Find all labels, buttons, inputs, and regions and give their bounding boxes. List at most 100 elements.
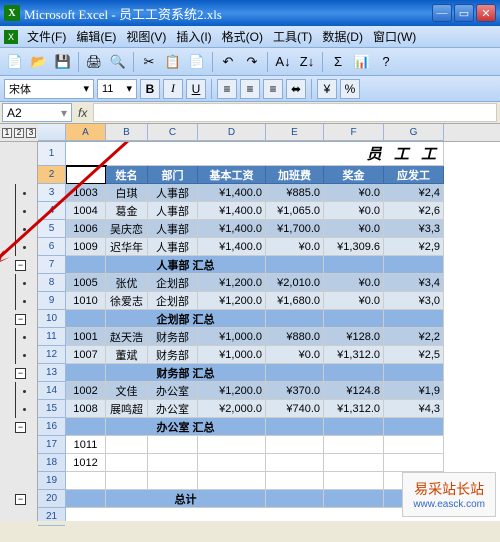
cell[interactable]: 白琪	[106, 184, 148, 202]
row-header[interactable]: 14	[38, 382, 65, 400]
cell[interactable]: 文佳	[106, 382, 148, 400]
cell[interactable]	[66, 472, 106, 490]
cell[interactable]	[266, 310, 324, 328]
cell[interactable]: ¥4,3	[384, 400, 444, 418]
cell[interactable]: ¥0.0	[324, 292, 384, 310]
cell[interactable]: ¥880.0	[266, 328, 324, 346]
cell[interactable]: 人事部	[148, 202, 198, 220]
help-icon[interactable]: ?	[375, 51, 397, 73]
collapse-icon[interactable]: −	[15, 314, 26, 325]
cell[interactable]: 1007	[66, 346, 106, 364]
cell[interactable]: ¥0.0	[266, 238, 324, 256]
sort-asc-icon[interactable]: A↓	[272, 51, 294, 73]
table-header-cell[interactable]: 应发工	[384, 166, 444, 184]
cell[interactable]	[106, 472, 148, 490]
cell[interactable]: 吴庆恋	[106, 220, 148, 238]
italic-button[interactable]: I	[163, 79, 183, 99]
new-icon[interactable]: 📄	[4, 51, 26, 73]
cell[interactable]: ¥2,010.0	[266, 274, 324, 292]
subtotal-label[interactable]: 企划部 汇总	[106, 310, 266, 328]
formula-bar[interactable]	[93, 103, 497, 122]
cell[interactable]: 1009	[66, 238, 106, 256]
cell[interactable]: ¥1,000.0	[198, 346, 266, 364]
row-header[interactable]: 2	[38, 166, 65, 184]
cell[interactable]: ¥124.8	[324, 382, 384, 400]
col-header-b[interactable]: B	[106, 124, 148, 141]
cell[interactable]: ¥0.0	[324, 274, 384, 292]
paste-icon[interactable]: 📄	[186, 51, 208, 73]
bold-button[interactable]: B	[140, 79, 160, 99]
cell[interactable]	[266, 490, 324, 508]
cell[interactable]: 徐爱志	[106, 292, 148, 310]
menu-insert[interactable]: 插入(I)	[172, 26, 215, 47]
cell[interactable]: ¥1,680.0	[266, 292, 324, 310]
outline-level-2[interactable]: 2	[14, 128, 24, 138]
cell[interactable]	[198, 454, 266, 472]
col-header-a[interactable]: A	[66, 124, 106, 141]
outline-marker[interactable]: −	[0, 490, 37, 508]
col-header-d[interactable]: D	[198, 124, 266, 141]
cell[interactable]: 1004	[66, 202, 106, 220]
cell[interactable]: ¥1,400.0	[198, 184, 266, 202]
row-header[interactable]: 11	[38, 328, 65, 346]
cell[interactable]: 1003	[66, 184, 106, 202]
redo-icon[interactable]: ↷	[241, 51, 263, 73]
cell[interactable]	[148, 472, 198, 490]
merge-button[interactable]: ⬌	[286, 79, 306, 99]
cell[interactable]	[384, 364, 444, 382]
cell[interactable]: 办公室	[148, 382, 198, 400]
cell[interactable]: 财务部	[148, 346, 198, 364]
row-header[interactable]: 15	[38, 400, 65, 418]
cell[interactable]	[324, 454, 384, 472]
cell[interactable]: 1012	[66, 454, 106, 472]
table-header-cell[interactable]: 奖金	[324, 166, 384, 184]
row-header[interactable]: 1	[38, 142, 65, 166]
cell[interactable]	[266, 454, 324, 472]
cell[interactable]	[106, 436, 148, 454]
cell[interactable]	[266, 436, 324, 454]
outline-level-3[interactable]: 3	[26, 128, 36, 138]
table-header-cell[interactable]: 部门	[148, 166, 198, 184]
cell[interactable]: ¥740.0	[266, 400, 324, 418]
row-header[interactable]: 9	[38, 292, 65, 310]
cell[interactable]	[324, 490, 384, 508]
cell[interactable]: 董斌	[106, 346, 148, 364]
underline-button[interactable]: U	[186, 79, 206, 99]
cell[interactable]	[148, 436, 198, 454]
sheet-title[interactable]: 员 工 工	[66, 142, 444, 166]
copy-icon[interactable]: 📋	[162, 51, 184, 73]
cell[interactable]: ¥1,400.0	[198, 202, 266, 220]
table-header-cell[interactable]: 姓名	[106, 166, 148, 184]
cell[interactable]	[324, 310, 384, 328]
cell[interactable]: ¥3,0	[384, 292, 444, 310]
cell[interactable]: ¥1,200.0	[198, 274, 266, 292]
print-icon[interactable]: 🖨	[83, 51, 105, 73]
maximize-button[interactable]: ▭	[454, 4, 474, 22]
cell[interactable]	[266, 418, 324, 436]
cell[interactable]	[324, 418, 384, 436]
cell[interactable]: ¥1,400.0	[198, 220, 266, 238]
cell[interactable]: ¥1,200.0	[198, 382, 266, 400]
cell[interactable]: ¥1,065.0	[266, 202, 324, 220]
collapse-icon[interactable]: −	[15, 368, 26, 379]
collapse-icon[interactable]: −	[15, 422, 26, 433]
cell[interactable]: 财务部	[148, 328, 198, 346]
cell[interactable]: 张优	[106, 274, 148, 292]
outline-marker[interactable]: −	[0, 364, 37, 382]
font-size-combo[interactable]: 11▾	[97, 79, 137, 99]
name-box[interactable]: A2▾	[2, 103, 72, 122]
cell[interactable]: ¥1,312.0	[324, 400, 384, 418]
cell[interactable]: ¥128.0	[324, 328, 384, 346]
minimize-button[interactable]: —	[432, 4, 452, 22]
align-center-button[interactable]: ≡	[240, 79, 260, 99]
preview-icon[interactable]: 🔍	[107, 51, 129, 73]
cell[interactable]: 企划部	[148, 292, 198, 310]
row-header[interactable]: 7	[38, 256, 65, 274]
row-header[interactable]: 21	[38, 508, 65, 526]
cell[interactable]: ¥0.0	[324, 202, 384, 220]
table-header-cell[interactable]: 序号	[66, 166, 106, 184]
cell[interactable]: 1008	[66, 400, 106, 418]
col-header-e[interactable]: E	[266, 124, 324, 141]
table-header-cell[interactable]: 基本工资	[198, 166, 266, 184]
row-header[interactable]: 10	[38, 310, 65, 328]
